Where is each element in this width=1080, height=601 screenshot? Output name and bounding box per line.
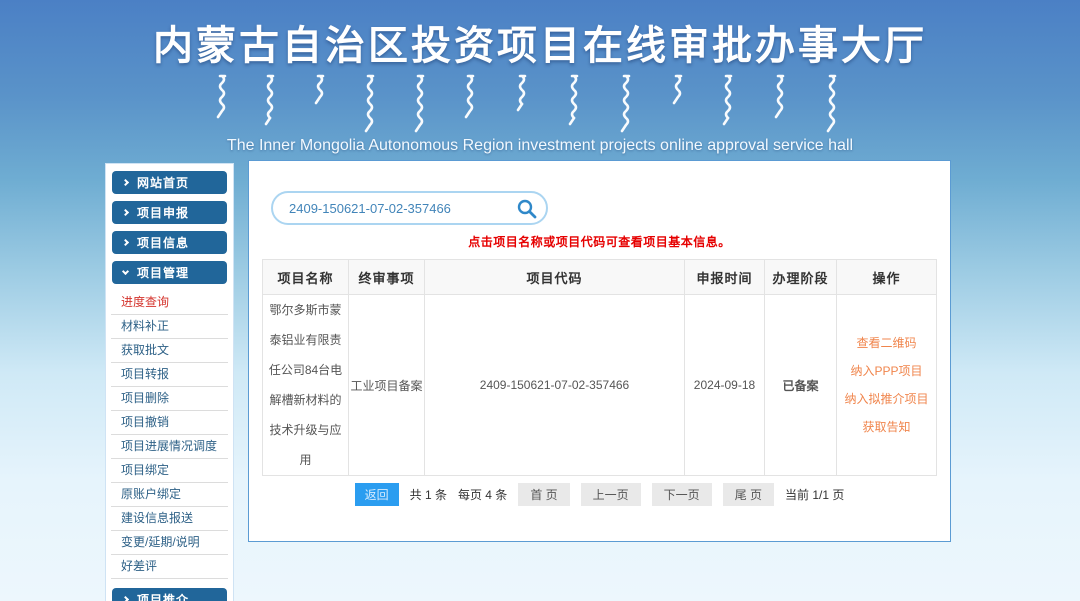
search-bar xyxy=(271,191,548,225)
hint-text: 点击项目名称或项目代码可查看项目基本信息。 xyxy=(249,233,950,250)
sidebar-subitem-project-delete[interactable]: 项目删除 xyxy=(111,387,228,411)
sidebar-subitem-progress-dispatch[interactable]: 项目进展情况调度 xyxy=(111,435,228,459)
total-count: 共 1 条 xyxy=(410,486,447,503)
action-view-qrcode[interactable]: 查看二维码 xyxy=(837,329,936,357)
chevron-right-icon xyxy=(122,239,129,246)
last-page-button[interactable]: 尾 页 xyxy=(723,483,774,506)
col-header-project-code: 项目代码 xyxy=(425,260,685,295)
cell-final-matter: 工业项目备案 xyxy=(349,295,425,476)
action-get-notice[interactable]: 获取告知 xyxy=(837,413,936,441)
site-header: 内蒙古自治区投资项目在线审批办事大厅 The Inner Mongolia Au… xyxy=(0,0,1080,150)
col-header-project-name: 项目名称 xyxy=(263,260,349,295)
cell-project-name[interactable]: 鄂尔多斯市蒙泰铝业有限责任公司84台电解槽新材料的技术升级与应用 xyxy=(263,295,349,476)
table-row: 鄂尔多斯市蒙泰铝业有限责任公司84台电解槽新材料的技术升级与应用 工业项目备案 … xyxy=(263,295,937,476)
col-header-final-matter: 终审事项 xyxy=(349,260,425,295)
cell-actions: 查看二维码 纳入PPP项目 纳入拟推介项目 获取告知 xyxy=(837,295,937,476)
sidebar-subitem-progress-query[interactable]: 进度查询 xyxy=(111,291,228,315)
chevron-right-icon xyxy=(122,596,129,601)
sidebar-item-label: 项目申报 xyxy=(137,204,189,221)
status-badge: 已备案 xyxy=(765,295,837,476)
sidebar-submenu: 进度查询 材料补正 获取批文 项目转报 项目删除 项目撤销 项目进展情况调度 项… xyxy=(111,291,228,579)
chevron-right-icon xyxy=(122,209,129,216)
sidebar-subitem-rating[interactable]: 好差评 xyxy=(111,555,228,579)
search-icon[interactable] xyxy=(516,198,538,220)
action-include-promotion[interactable]: 纳入拟推介项目 xyxy=(837,385,936,413)
sidebar-subitem-project-revoke[interactable]: 项目撤销 xyxy=(111,411,228,435)
first-page-button[interactable]: 首 页 xyxy=(518,483,569,506)
current-page-indicator: 当前 1/1 页 xyxy=(785,486,844,503)
action-include-ppp[interactable]: 纳入PPP项目 xyxy=(837,357,936,385)
cell-project-code[interactable]: 2409-150621-07-02-357466 xyxy=(425,295,685,476)
sidebar-item-label: 网站首页 xyxy=(137,174,189,191)
chevron-down-icon xyxy=(122,268,129,275)
sidebar-subitem-get-approval[interactable]: 获取批文 xyxy=(111,339,228,363)
sidebar: 网站首页 项目申报 项目信息 项目管理 进度查询 材料补正 获取批文 项目转报 … xyxy=(105,163,234,601)
search-input[interactable] xyxy=(271,191,548,225)
mongolian-script-decoration xyxy=(0,73,1080,135)
sidebar-subitem-project-transfer[interactable]: 项目转报 xyxy=(111,363,228,387)
pagination: 返回 共 1 条 每页 4 条 首 页 上一页 下一页 尾 页 当前 1/1 页 xyxy=(249,483,950,506)
col-header-actions: 操作 xyxy=(837,260,937,295)
page-background: 内蒙古自治区投资项目在线审批办事大厅 The Inner Mongolia Au… xyxy=(0,0,1080,601)
site-title-en: The Inner Mongolia Autonomous Region inv… xyxy=(0,137,1080,155)
back-button[interactable]: 返回 xyxy=(355,483,399,506)
col-header-declare-date: 申报时间 xyxy=(685,260,765,295)
col-header-stage: 办理阶段 xyxy=(765,260,837,295)
sidebar-subitem-original-account-bind[interactable]: 原账户绑定 xyxy=(111,483,228,507)
table-header-row: 项目名称 终审事项 项目代码 申报时间 办理阶段 操作 xyxy=(263,260,937,295)
per-page-count: 每页 4 条 xyxy=(458,486,507,503)
sidebar-item-label: 项目管理 xyxy=(137,264,189,281)
sidebar-subitem-construction-report[interactable]: 建设信息报送 xyxy=(111,507,228,531)
next-page-button[interactable]: 下一页 xyxy=(652,483,712,506)
main-panel: 点击项目名称或项目代码可查看项目基本信息。 项目名称 终审事项 项目代码 申报时… xyxy=(248,160,951,542)
chevron-right-icon xyxy=(122,179,129,186)
sidebar-subitem-material-correction[interactable]: 材料补正 xyxy=(111,315,228,339)
sidebar-item-project-info[interactable]: 项目信息 xyxy=(112,231,227,254)
sidebar-item-label: 项目推介 xyxy=(137,591,189,601)
sidebar-item-project-declare[interactable]: 项目申报 xyxy=(112,201,227,224)
site-title-cn: 内蒙古自治区投资项目在线审批办事大厅 xyxy=(0,13,1080,71)
sidebar-item-label: 项目信息 xyxy=(137,234,189,251)
sidebar-subitem-project-bind[interactable]: 项目绑定 xyxy=(111,459,228,483)
sidebar-subitem-change-delay-explain[interactable]: 变更/延期/说明 xyxy=(111,531,228,555)
sidebar-item-project-promotion[interactable]: 项目推介 xyxy=(112,588,227,601)
results-table: 项目名称 终审事项 项目代码 申报时间 办理阶段 操作 鄂尔多斯市蒙泰铝业有限责… xyxy=(262,259,937,476)
sidebar-item-home[interactable]: 网站首页 xyxy=(112,171,227,194)
cell-declare-date: 2024-09-18 xyxy=(685,295,765,476)
prev-page-button[interactable]: 上一页 xyxy=(581,483,641,506)
sidebar-item-project-manage[interactable]: 项目管理 xyxy=(112,261,227,284)
